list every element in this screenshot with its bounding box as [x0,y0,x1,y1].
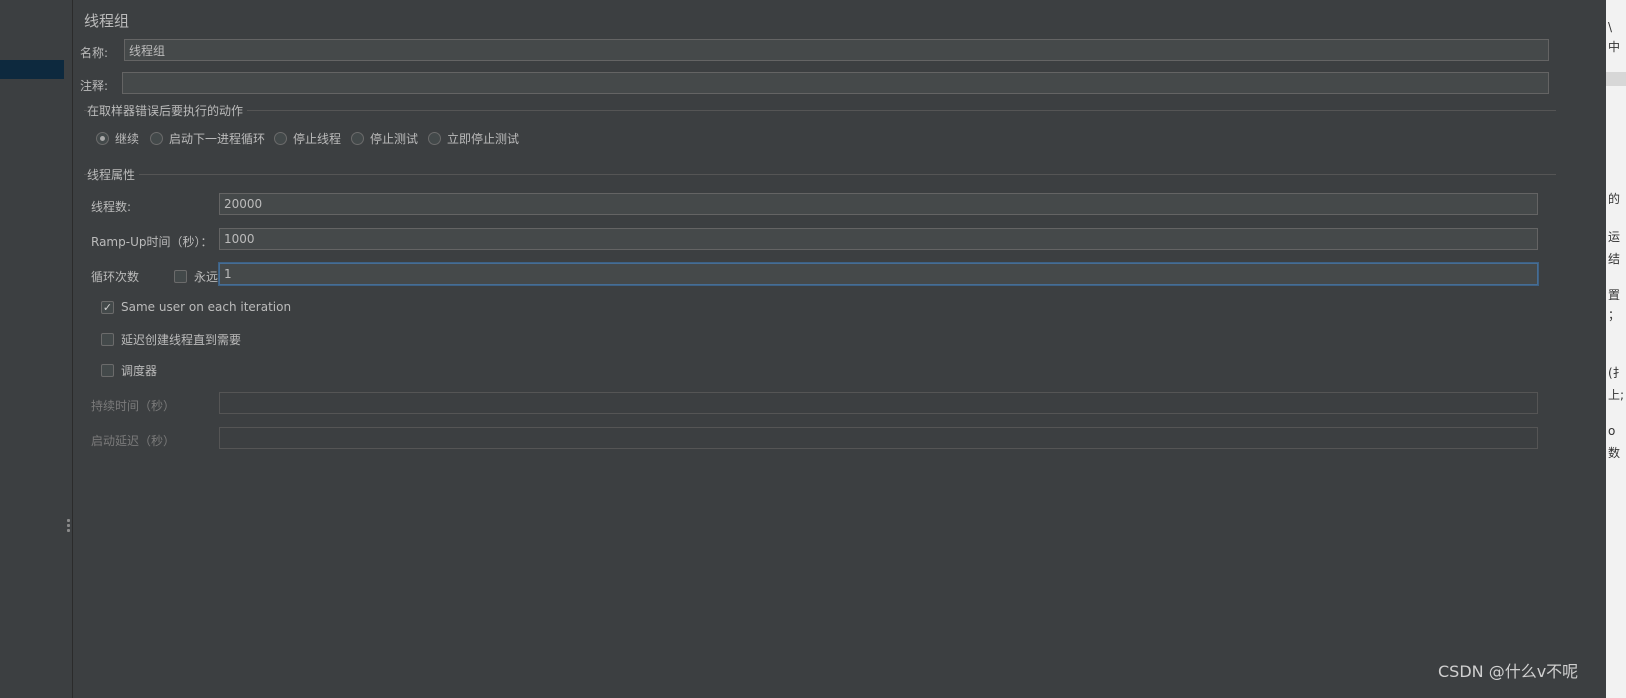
watermark: CSDN @什么v不呢 [1438,662,1579,681]
radio-stop-test-indicator[interactable] [351,132,364,145]
edge-fragment: 运 [1608,230,1621,244]
radio-stop-thread-label: 停止线程 [293,132,342,146]
delay-create-label: 延迟创建线程直到需要 [121,333,242,347]
adjacent-scroll-marker [1606,72,1626,86]
loop-count-input[interactable] [219,263,1538,285]
radio-stop-test-now[interactable]: 立即停止测试 [428,130,519,147]
error-action-group-border [84,110,1556,111]
same-user-check-icon[interactable]: ✓ [101,300,114,314]
radio-continue[interactable]: 继续 [96,130,139,147]
rampup-input[interactable] [219,228,1538,250]
edge-fragment: 数 [1608,446,1621,460]
edge-fragment: 上; [1608,388,1625,402]
radio-stop-test-now-label: 立即停止测试 [447,132,520,146]
startup-delay-input [219,427,1538,449]
radio-continue-indicator[interactable] [96,132,109,145]
error-action-group-title: 在取样器错误后要执行的动作 [87,102,248,119]
forever-checkbox[interactable]: 永远 [174,268,218,285]
thread-props-group-title: 线程属性 [87,166,140,183]
radio-continue-label: 继续 [115,132,140,146]
forever-checkbox-label: 永远 [194,270,219,284]
scheduler-checkbox[interactable]: 调度器 [101,362,157,379]
test-plan-tree[interactable] [0,0,64,698]
rampup-label: Ramp-Up时间（秒）： [91,235,213,249]
radio-start-next-loop-indicator[interactable] [150,132,163,145]
startup-delay-label: 启动延迟（秒） [91,434,176,448]
radio-start-next-loop-label: 启动下一进程循环 [169,132,266,146]
splitter-grip-icon[interactable] [67,519,70,534]
radio-stop-thread-indicator[interactable] [274,132,287,145]
delay-create-checkbox[interactable]: 延迟创建线程直到需要 [101,331,241,348]
adjacent-window-edge: \ 中 的 运 结 置 ； (扌 上; o 数 [1606,0,1626,698]
radio-stop-test[interactable]: 停止测试 [351,130,418,147]
comment-label: 注释: [80,79,109,93]
thread-group-panel: 线程组 名称: 注释: 在取样器错误后要执行的动作 继续 启动下一进程循环 停止… [74,0,1606,698]
same-user-label: Same user on each iteration [121,300,292,314]
thread-count-label: 线程数: [91,200,132,214]
name-input[interactable] [124,39,1549,61]
duration-input [219,392,1538,414]
same-user-checkbox[interactable]: ✓ Same user on each iteration [101,300,291,314]
edge-fragment: o [1608,424,1616,438]
tree-selected-node[interactable] [0,60,64,79]
edge-fragment: ； [1608,308,1621,322]
edge-fragment: 中 [1608,40,1621,54]
name-label: 名称: [80,46,109,60]
radio-stop-thread[interactable]: 停止线程 [274,130,341,147]
radio-stop-test-label: 停止测试 [370,132,419,146]
thread-props-group-border [84,174,1556,175]
panel-splitter[interactable] [64,0,73,698]
duration-label: 持续时间（秒） [91,399,176,413]
edge-fragment: (扌 [1608,366,1625,380]
thread-count-input[interactable] [219,193,1538,215]
edge-fragment: 置 [1608,288,1621,302]
radio-start-next-loop[interactable]: 启动下一进程循环 [150,130,265,147]
scheduler-label: 调度器 [121,364,158,378]
scheduler-checkbox-box[interactable] [101,364,114,377]
edge-fragment: 结 [1608,252,1621,266]
forever-checkbox-box[interactable] [174,270,187,283]
edge-fragment: \ [1608,20,1613,34]
panel-title: 线程组 [84,12,130,30]
loop-count-label: 循环次数 [91,270,140,284]
comment-input[interactable] [122,72,1549,94]
edge-fragment: 的 [1608,192,1621,206]
delay-create-checkbox-box[interactable] [101,333,114,346]
radio-stop-test-now-indicator[interactable] [428,132,441,145]
